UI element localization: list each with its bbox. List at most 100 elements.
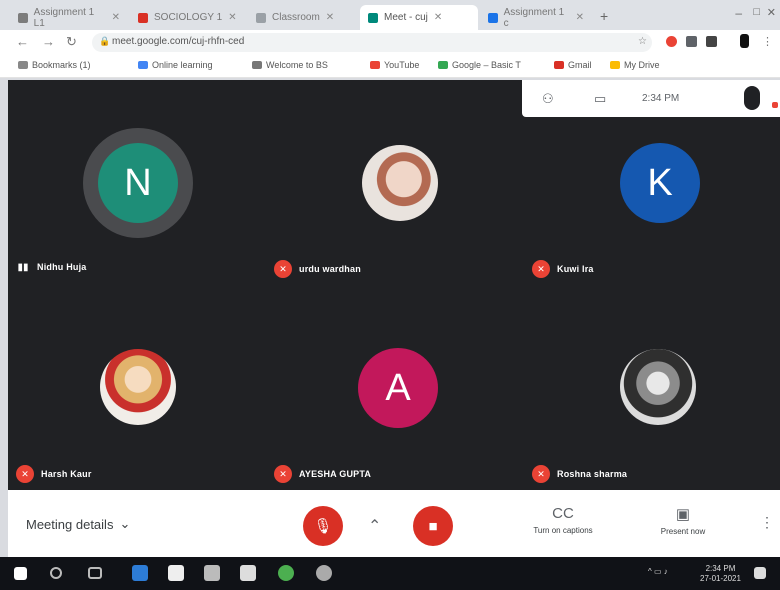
participant-tile[interactable]: N ▮▮ Nidhu Huja [8, 80, 264, 285]
close-icon[interactable]: ✕ [112, 12, 120, 23]
youtube-icon [370, 61, 380, 69]
chrome-icon[interactable] [278, 565, 294, 581]
participant-tile[interactable]: ✕ urdu wardhan [266, 80, 522, 285]
participant-tile[interactable]: ✕ Roshna sharma [524, 285, 780, 490]
lock-icon: 🔒 [99, 36, 111, 46]
avatar-photo [362, 145, 438, 221]
doc-favicon-icon [18, 12, 28, 23]
close-icon[interactable]: ✕ [228, 12, 236, 23]
browser-tab-2[interactable]: SOCIOLOGY 1 ✕ [130, 5, 246, 30]
close-icon[interactable]: ✕ [434, 12, 442, 23]
participant-name-row: ✕ AYESHA GUPTA [274, 465, 371, 483]
classroom-favicon-icon [256, 12, 266, 23]
forward-arrow-icon[interactable]: → [42, 34, 55, 49]
bookmark-label: Welcome to BS [266, 60, 328, 70]
participant-name-row: ✕ Harsh Kaur [16, 465, 92, 483]
windows-taskbar: ^ ▭ ♪ 2:34 PM 27-01-2021 [0, 557, 780, 590]
mail-icon[interactable] [240, 565, 256, 581]
browser-tab-3[interactable]: Classroom ✕ [248, 5, 358, 30]
participant-name-row: ▮▮ Nidhu Huja [16, 260, 87, 274]
tab-label: SOCIOLOGY 1 [154, 12, 223, 23]
camera-toggle-button[interactable]: ■ [413, 506, 453, 546]
bookmarks-bar: Bookmarks (1) Online learning Welcome to… [0, 55, 780, 78]
participant-name: Harsh Kaur [41, 469, 92, 479]
camera-off-icon: ■ [428, 517, 438, 535]
file-explorer-icon[interactable] [204, 565, 220, 581]
bookmark-item[interactable]: YouTube [370, 60, 419, 70]
mic-off-icon: 🎙 [313, 518, 333, 535]
maximize-icon[interactable]: □ [753, 6, 760, 18]
profile-icon[interactable] [740, 34, 749, 48]
meeting-details-button[interactable]: Meeting details ⌄ [26, 516, 130, 532]
screen: Assignment 1 L1 ✕ SOCIOLOGY 1 ✕ Classroo… [0, 0, 780, 590]
clock[interactable]: 2:34 PM 27-01-2021 [700, 564, 741, 584]
meet-video-grid: ⚇ ▭ 2:34 PM N ▮▮ Nidhu Huja ✕ urdu wardh… [8, 80, 780, 490]
participant-tile[interactable]: K ✕ Kuwi Ira [524, 80, 780, 285]
close-icon[interactable]: ✕ [576, 12, 584, 23]
mic-off-icon: ✕ [274, 465, 292, 483]
tray-icons[interactable]: ^ ▭ ♪ [648, 567, 668, 576]
clock-date: 27-01-2021 [700, 574, 741, 583]
chevron-up-icon[interactable]: ⌃ [368, 516, 381, 536]
bookmark-label: My Drive [624, 60, 660, 70]
present-now-button[interactable]: ▣ Present now [648, 505, 718, 536]
browser-tab-4-active[interactable]: Meet - cuj ✕ [360, 5, 478, 30]
bookmark-label: Online learning [152, 60, 213, 70]
extension-record-icon[interactable] [666, 36, 677, 47]
tab-label: Classroom [272, 12, 320, 23]
present-label: Present now [660, 527, 706, 536]
new-tab-plus-icon[interactable]: + [600, 8, 608, 24]
bookmark-icon [252, 61, 262, 69]
clock-time: 2:34 PM [705, 564, 736, 573]
close-icon[interactable]: ✕ [326, 12, 334, 23]
participant-name: Roshna sharma [557, 469, 628, 479]
browser-tab-1[interactable]: Assignment 1 L1 ✕ [10, 5, 128, 30]
captions-button[interactable]: CC Turn on captions [523, 505, 603, 535]
browser-toolbar: ← → ↻ 🔒 meet.google.com/cuj-rhfn-ced ☆ ⋮ [0, 30, 780, 55]
participant-tile[interactable]: A ✕ AYESHA GUPTA [266, 285, 522, 490]
bookmark-item[interactable]: Bookmarks (1) [18, 60, 91, 70]
avatar-photo [100, 349, 176, 425]
back-arrow-icon[interactable]: ← [16, 34, 29, 49]
edge-icon[interactable] [132, 565, 148, 581]
minimize-icon[interactable]: – [735, 6, 742, 20]
browser-menu-icon[interactable]: ⋮ [762, 35, 773, 48]
participant-name-row: ✕ Roshna sharma [532, 465, 627, 483]
tab-label: Assignment 1 L1 [33, 6, 95, 29]
search-icon[interactable] [50, 567, 62, 579]
extension-puzzle-icon[interactable] [706, 36, 717, 47]
google-icon [438, 61, 448, 69]
address-bar[interactable]: 🔒 meet.google.com/cuj-rhfn-ced [92, 33, 652, 52]
tab-label: Meet - cuj [384, 12, 428, 23]
bookmark-item[interactable]: Welcome to BS [252, 60, 328, 70]
participant-name-row: ✕ urdu wardhan [274, 260, 361, 278]
chevron-down-icon: ⌄ [119, 516, 131, 531]
mic-off-icon: ✕ [532, 260, 550, 278]
bookmark-label: Google – Basic T [452, 60, 521, 70]
reload-icon[interactable]: ↻ [66, 34, 77, 50]
bookmark-item[interactable]: My Drive [610, 60, 660, 70]
mic-toggle-button[interactable]: 🎙 [303, 506, 343, 546]
app-icon[interactable] [316, 565, 332, 581]
task-view-icon[interactable] [88, 567, 102, 579]
bookmark-item[interactable]: Online learning [138, 60, 213, 70]
mic-off-icon: ✕ [16, 465, 34, 483]
extension-camera-icon[interactable] [686, 36, 697, 47]
notifications-icon[interactable] [754, 567, 766, 579]
participant-name: Kuwi Ira [557, 264, 594, 274]
star-icon[interactable]: ☆ [638, 36, 647, 47]
bookmark-item[interactable]: Gmail [554, 60, 592, 70]
windows-start-icon[interactable] [14, 567, 27, 580]
bookmark-item[interactable]: Google – Basic T [438, 60, 521, 70]
store-icon[interactable] [168, 565, 184, 581]
doc-favicon-icon [488, 12, 498, 23]
participant-name-row: ✕ Kuwi Ira [532, 260, 594, 278]
browser-tab-5[interactable]: Assignment 1 c ✕ [480, 5, 592, 30]
bookmark-label: Gmail [568, 60, 592, 70]
more-options-icon[interactable]: ⋮ [760, 514, 774, 531]
window-close-icon[interactable]: ✕ [767, 6, 776, 19]
participant-tile[interactable]: ✕ Harsh Kaur [8, 285, 264, 490]
bookmark-label: YouTube [384, 60, 420, 70]
meet-bottom-bar: Meeting details ⌄ 🎙 ⌃ ■ CC Turn on capti… [8, 490, 780, 557]
drive-icon [610, 61, 620, 69]
